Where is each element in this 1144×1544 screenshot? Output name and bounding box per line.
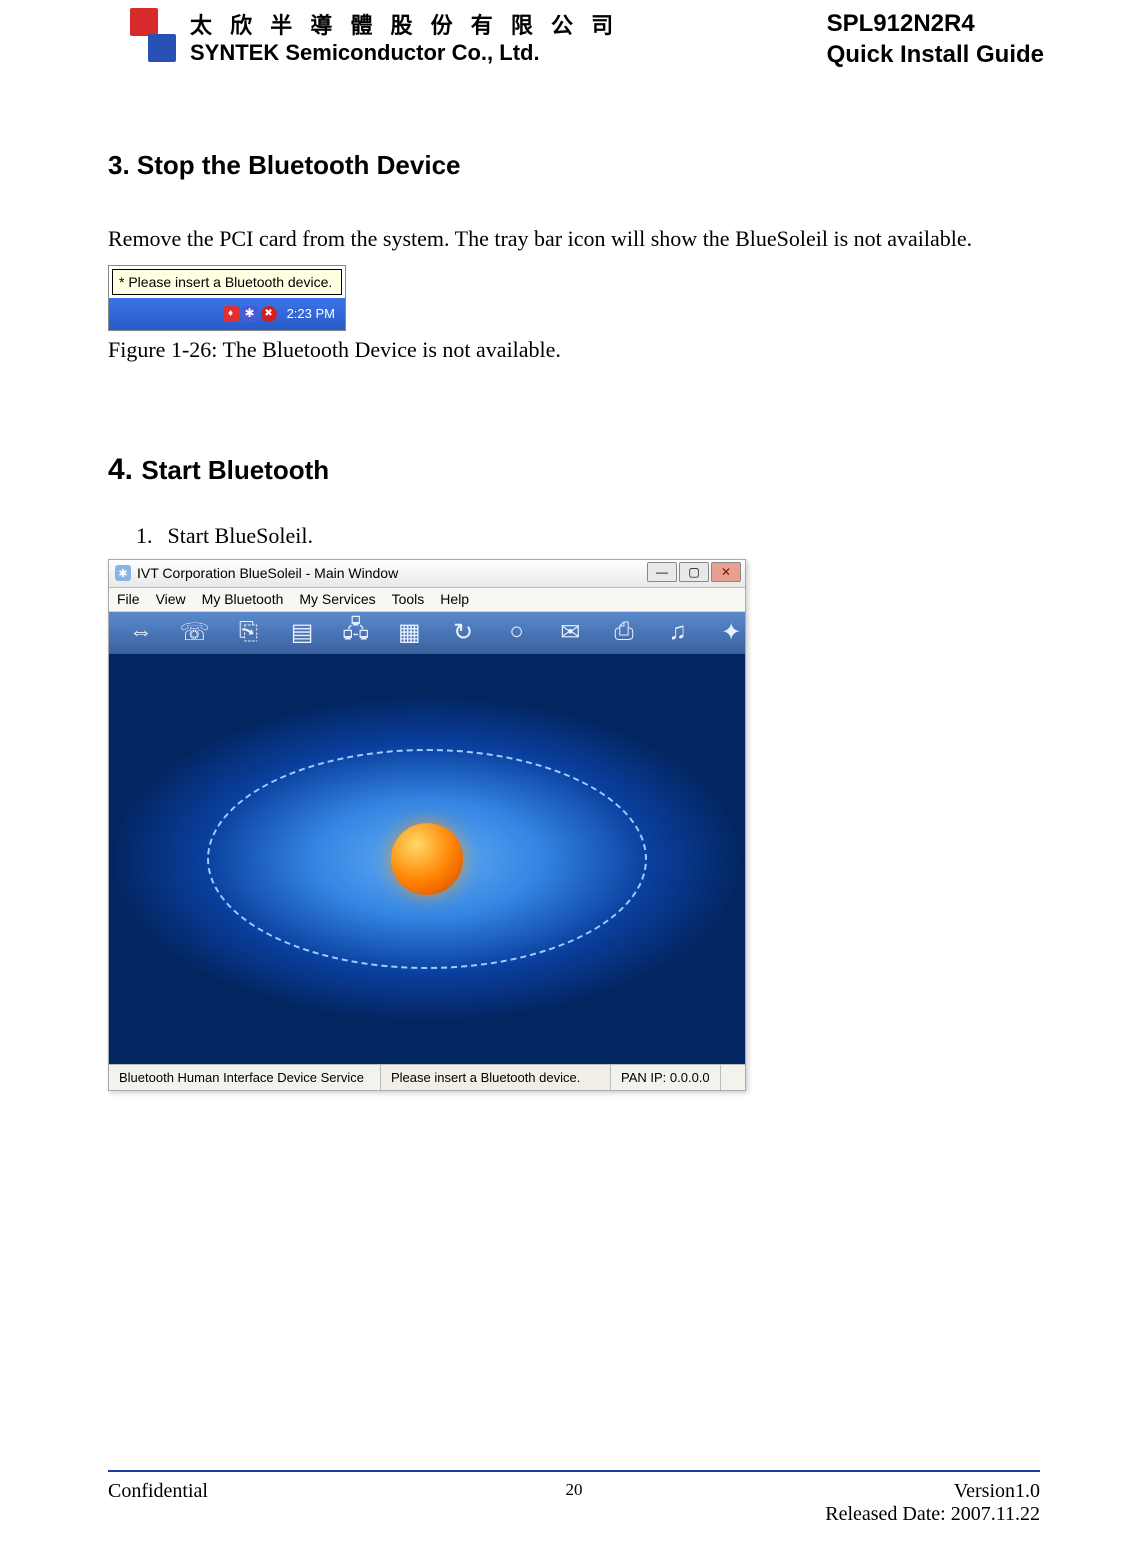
fax-service-icon[interactable]: ⎙ [610,619,638,647]
local-device-sun-icon[interactable] [391,823,463,895]
footer-separator [108,1470,1040,1472]
title-bar: ✱ IVT Corporation BlueSoleil - Main Wind… [109,560,745,588]
step-1: 1. Start BlueSoleil. [108,523,1034,549]
footer-version: Version1.0 [825,1480,1040,1503]
product-code: SPL912N2R4 [827,8,1044,39]
minimize-button[interactable]: — [647,562,677,582]
lan-service-icon[interactable]: ▤ [288,619,316,647]
sync-service-icon[interactable]: ▦ [396,619,424,647]
menu-help[interactable]: Help [440,591,469,607]
company-name-english: SYNTEK Semiconductor Co., Ltd. [190,40,619,66]
service-toolbar: ⇔ ☏ ⎘ ▤ 🖧 ▦ ↻ ○ ✉ ⎙ ♫ ✦ [109,612,745,654]
menu-bar: File View My Bluetooth My Services Tools… [109,588,745,612]
status-message: Please insert a Bluetooth device. [381,1065,611,1090]
av-service-icon[interactable]: ✦ [717,619,745,647]
company-logo-icon [130,8,180,68]
menu-view[interactable]: View [156,591,186,607]
page-footer: Confidential 20 Version1.0 Released Date… [108,1480,1040,1526]
window-title: IVT Corporation BlueSoleil - Main Window [137,565,398,581]
section-4-heading: 4. Start Bluetooth [108,453,1034,487]
section-3-body: Remove the PCI card from the system. The… [108,219,1034,259]
menu-my-services[interactable]: My Services [299,591,375,607]
menu-tools[interactable]: Tools [392,591,425,607]
maximize-button[interactable]: ▢ [679,562,709,582]
status-service: Bluetooth Human Interface Device Service [109,1065,381,1090]
system-tray: ♦ ✱ ✖ 2:23 PM [109,298,345,330]
pan-service-icon[interactable]: ⇔ [127,619,155,647]
status-bar: Bluetooth Human Interface Device Service… [109,1064,745,1090]
company-name-chinese: 太 欣 半 導 體 股 份 有 限 公 司 [190,8,619,40]
opp-service-icon[interactable]: ↻ [449,619,477,647]
hid-service-icon[interactable]: ○ [503,619,531,647]
close-button[interactable]: ✕ [711,562,741,582]
dun-service-icon[interactable]: ☏ [181,619,209,647]
doc-type: Quick Install Guide [827,39,1044,70]
page-header: 太 欣 半 導 體 股 份 有 限 公 司 SYNTEK Semiconduct… [0,0,1144,70]
tray-bluetooth-icon: ✱ [242,306,258,322]
serial-service-icon[interactable]: ⎘ [235,619,263,647]
tooltip-text: * Please insert a Bluetooth device. [112,269,342,295]
figure-1-26-caption: Figure 1-26: The Bluetooth Device is not… [108,337,1034,363]
tray-device-icon: ♦ [223,306,239,322]
bluetooth-icon: ✱ [115,565,131,581]
ftp-service-icon[interactable]: 🖧 [342,619,370,647]
menu-file[interactable]: File [117,591,140,607]
figure-tray-tooltip: * Please insert a Bluetooth device. ♦ ✱ … [108,265,346,331]
tray-clock: 2:23 PM [281,306,341,321]
footer-date: Released Date: 2007.11.22 [825,1503,1040,1526]
tray-error-icon: ✖ [261,306,277,322]
company-block: 太 欣 半 導 體 股 份 有 限 公 司 SYNTEK Semiconduct… [130,8,619,70]
menu-my-bluetooth[interactable]: My Bluetooth [202,591,284,607]
print-service-icon[interactable]: ✉ [556,619,584,647]
section-3-heading: 3. Stop the Bluetooth Device [108,150,1034,181]
device-orbit-view[interactable] [109,654,745,1064]
footer-confidential: Confidential [108,1480,208,1526]
headset-service-icon[interactable]: ♫ [664,619,692,647]
status-pan-ip: PAN IP: 0.0.0.0 [611,1065,721,1090]
document-title: SPL912N2R4 Quick Install Guide [827,8,1044,70]
footer-page-number: 20 [566,1480,583,1500]
bluesoleil-main-window: ✱ IVT Corporation BlueSoleil - Main Wind… [108,559,746,1091]
